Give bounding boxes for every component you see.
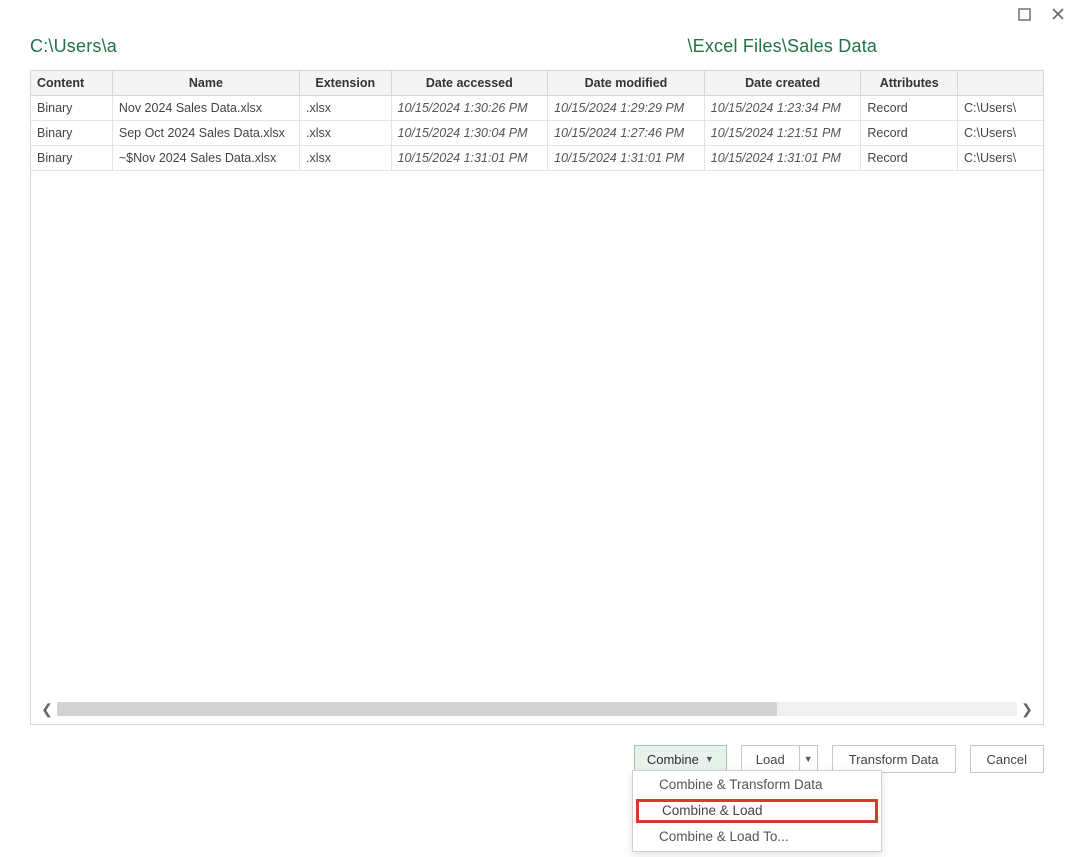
- cell-extension: .xlsx: [300, 121, 392, 146]
- load-button-label: Load: [742, 746, 799, 772]
- scroll-left-icon[interactable]: ❮: [39, 701, 55, 717]
- cancel-button[interactable]: Cancel: [970, 745, 1044, 773]
- horizontal-scrollbar[interactable]: ❮ ❯: [39, 700, 1035, 718]
- cell-date-created: 10/15/2024 1:31:01 PM: [704, 146, 861, 171]
- cell-attributes: Record: [861, 96, 958, 121]
- file-list-table: Content Name Extension Date accessed Dat…: [31, 71, 1043, 171]
- col-name[interactable]: Name: [112, 71, 299, 96]
- cell-extension: .xlsx: [300, 146, 392, 171]
- cell-extension: .xlsx: [300, 96, 392, 121]
- col-date-accessed[interactable]: Date accessed: [391, 71, 548, 96]
- scroll-right-icon[interactable]: ❯: [1019, 701, 1035, 717]
- combine-button-label: Combine: [647, 752, 699, 767]
- cell-date-accessed: 10/15/2024 1:30:04 PM: [391, 121, 548, 146]
- cell-folder: C:\Users\: [958, 146, 1043, 171]
- cell-name: ~$Nov 2024 Sales Data.xlsx: [112, 146, 299, 171]
- col-folder[interactable]: [958, 71, 1043, 96]
- window-controls: [1016, 6, 1066, 22]
- cell-attributes: Record: [861, 146, 958, 171]
- dialog-button-row: Combine ▼ Load ▼ Transform Data Cancel: [634, 745, 1044, 773]
- cell-date-modified: 10/15/2024 1:29:29 PM: [548, 96, 705, 121]
- transform-data-button[interactable]: Transform Data: [832, 745, 956, 773]
- cell-content: Binary: [31, 146, 112, 171]
- col-content[interactable]: Content: [31, 71, 112, 96]
- cell-date-created: 10/15/2024 1:21:51 PM: [704, 121, 861, 146]
- cell-name: Sep Oct 2024 Sales Data.xlsx: [112, 121, 299, 146]
- menu-combine-transform[interactable]: Combine & Transform Data: [633, 773, 881, 797]
- cell-content: Binary: [31, 96, 112, 121]
- cell-date-modified: 10/15/2024 1:27:46 PM: [548, 121, 705, 146]
- col-extension[interactable]: Extension: [300, 71, 392, 96]
- table-row[interactable]: Binary ~$Nov 2024 Sales Data.xlsx .xlsx …: [31, 146, 1043, 171]
- maximize-icon: [1018, 8, 1031, 21]
- maximize-button[interactable]: [1016, 6, 1032, 22]
- close-button[interactable]: [1050, 6, 1066, 22]
- scroll-thumb[interactable]: [57, 702, 777, 716]
- table-header-row: Content Name Extension Date accessed Dat…: [31, 71, 1043, 96]
- path-prefix: C:\Users\a: [30, 36, 117, 56]
- load-split-button[interactable]: Load ▼: [741, 745, 818, 773]
- cell-date-accessed: 10/15/2024 1:30:26 PM: [391, 96, 548, 121]
- combine-button[interactable]: Combine ▼: [634, 745, 727, 773]
- cell-date-created: 10/15/2024 1:23:34 PM: [704, 96, 861, 121]
- folder-path-title: C:\Users\a \Excel Files\Sales Data: [30, 36, 1030, 57]
- chevron-down-icon[interactable]: ▼: [799, 746, 817, 772]
- col-date-modified[interactable]: Date modified: [548, 71, 705, 96]
- cell-attributes: Record: [861, 121, 958, 146]
- path-suffix: \Excel Files\Sales Data: [687, 36, 877, 56]
- cell-folder: C:\Users\: [958, 96, 1043, 121]
- menu-combine-load-to[interactable]: Combine & Load To...: [633, 825, 881, 849]
- spreadsheet-grid-background: [0, 817, 1080, 857]
- cancel-button-label: Cancel: [987, 752, 1027, 767]
- chevron-down-icon: ▼: [705, 754, 714, 764]
- cell-date-modified: 10/15/2024 1:31:01 PM: [548, 146, 705, 171]
- cell-content: Binary: [31, 121, 112, 146]
- menu-combine-load[interactable]: Combine & Load: [636, 799, 878, 823]
- transform-button-label: Transform Data: [849, 752, 939, 767]
- close-icon: [1051, 7, 1065, 21]
- scroll-track[interactable]: [57, 702, 1017, 716]
- col-date-created[interactable]: Date created: [704, 71, 861, 96]
- cell-name: Nov 2024 Sales Data.xlsx: [112, 96, 299, 121]
- cell-folder: C:\Users\: [958, 121, 1043, 146]
- col-attributes[interactable]: Attributes: [861, 71, 958, 96]
- cell-date-accessed: 10/15/2024 1:31:01 PM: [391, 146, 548, 171]
- table-row[interactable]: Binary Sep Oct 2024 Sales Data.xlsx .xls…: [31, 121, 1043, 146]
- file-list-table-frame: Content Name Extension Date accessed Dat…: [30, 70, 1044, 725]
- combine-dropdown-menu: Combine & Transform Data Combine & Load …: [632, 770, 882, 852]
- table-row[interactable]: Binary Nov 2024 Sales Data.xlsx .xlsx 10…: [31, 96, 1043, 121]
